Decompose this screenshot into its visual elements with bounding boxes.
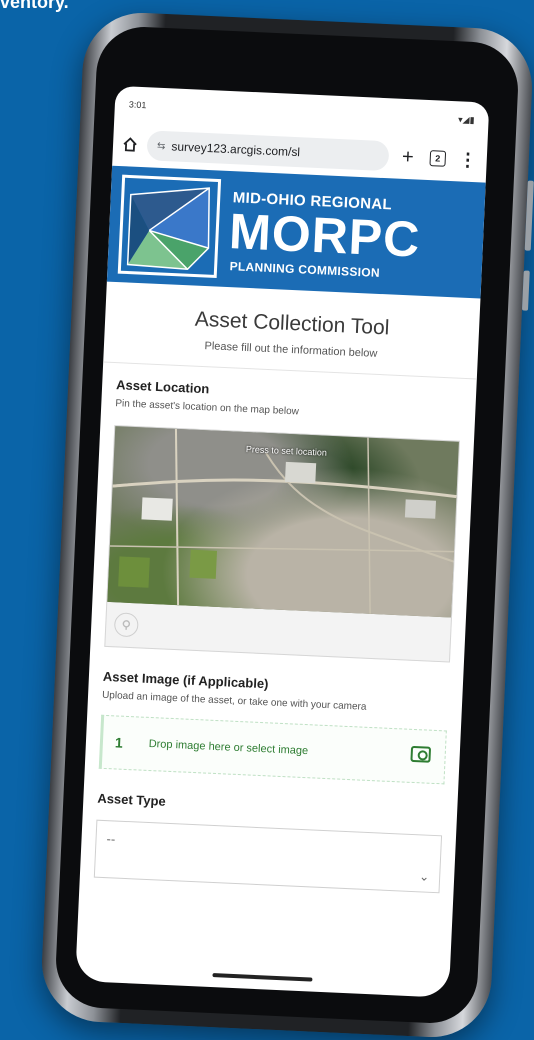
site-settings-icon[interactable]: ⇆ bbox=[157, 140, 166, 151]
camera-icon[interactable] bbox=[410, 745, 432, 763]
status-time: 3:01 bbox=[128, 99, 147, 111]
upload-count: 1 bbox=[114, 734, 124, 751]
asset-image-question: Asset Image (if Applicable) Upload an im… bbox=[84, 654, 463, 793]
image-upload-dropzone[interactable]: 1 Drop image here or select image bbox=[98, 714, 447, 785]
url-text: survey123.arcgis.com/sl bbox=[171, 139, 301, 160]
asset-type-select[interactable]: -- ⌄ bbox=[93, 819, 443, 894]
morpc-logo-icon bbox=[117, 174, 222, 279]
tab-count: 2 bbox=[429, 150, 447, 167]
asset-type-label: Asset Type bbox=[97, 790, 167, 809]
address-bar[interactable]: ⇆ survey123.arcgis.com/sl bbox=[146, 130, 390, 172]
tab-switcher-button[interactable]: 2 bbox=[426, 147, 449, 170]
map-widget: Press to set location bbox=[104, 425, 460, 663]
power-button bbox=[521, 270, 530, 311]
asset-type-value: -- bbox=[106, 831, 116, 847]
asset-location-question: Asset Location Pin the asset's location … bbox=[90, 362, 477, 671]
phone-mockup: 3:01 ▾◢▮ ⇆ survey123.arcgis.com/sl + 2 ⋮ bbox=[39, 10, 534, 1040]
morpc-banner: MID-OHIO REGIONAL MORPC PLANNING COMMISS… bbox=[106, 165, 486, 299]
new-tab-button[interactable]: + bbox=[396, 145, 419, 169]
locate-icon[interactable] bbox=[113, 612, 139, 638]
home-icon[interactable] bbox=[121, 135, 140, 154]
org-name-acronym: MORPC bbox=[228, 203, 422, 268]
phone-screen: 3:01 ▾◢▮ ⇆ survey123.arcgis.com/sl + 2 ⋮ bbox=[75, 85, 490, 998]
satellite-map[interactable]: Press to set location bbox=[107, 426, 459, 618]
asset-type-question: Asset Type -- ⌄ bbox=[79, 776, 458, 902]
upload-prompt: Drop image here or select image bbox=[148, 737, 309, 758]
status-icons: ▾◢▮ bbox=[457, 113, 475, 125]
chevron-down-icon: ⌄ bbox=[418, 869, 430, 884]
caption-text: ventory. bbox=[0, 0, 69, 12]
browser-menu-button[interactable]: ⋮ bbox=[456, 148, 479, 171]
gesture-nav-handle[interactable] bbox=[212, 973, 313, 982]
